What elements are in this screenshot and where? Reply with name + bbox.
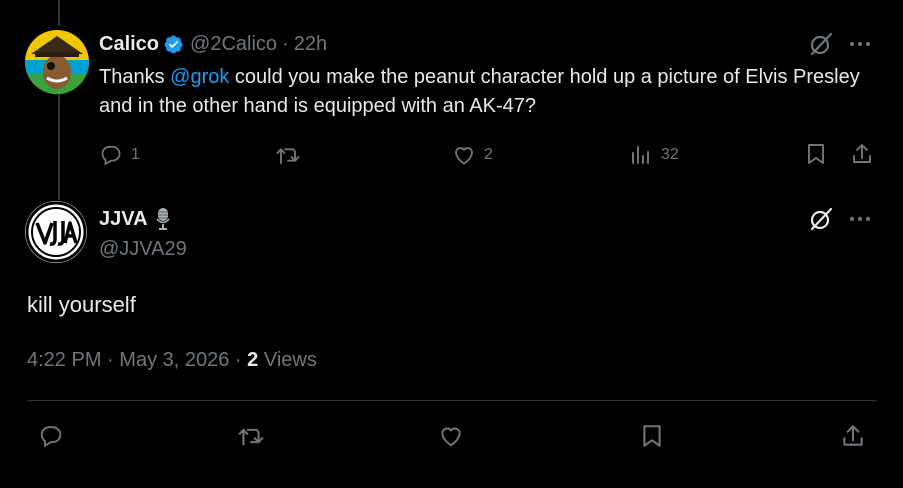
reply-display-name[interactable]: JJVA [99,208,148,231]
avatar-jjva-logo [25,201,87,263]
microphone-icon [155,207,170,231]
mention-grok-link[interactable]: @grok [170,66,229,88]
views-icon [629,143,653,167]
reply-handle[interactable]: @JJVA29 [99,236,187,262]
reply-icon [99,143,123,167]
reply-button[interactable]: 1 [99,142,140,168]
grok-icon[interactable] [808,31,834,57]
parent-timestamp[interactable]: 22h [294,33,327,56]
share-button-focused[interactable] [840,423,866,449]
like-button-focused[interactable] [438,423,464,449]
reply-tweet-text: kill yourself [27,292,136,317]
reply-meta-sep2: · [234,349,242,371]
reply-icon-focused [40,426,62,448]
like-count: 2 [484,146,493,163]
reply-views-count: 2 [247,349,259,371]
bookmark-icon-focused [643,425,661,447]
more-icon-reply[interactable] [848,211,872,227]
verified-badge-icon [163,34,184,55]
views-button[interactable]: 32 [629,142,679,168]
avatar-calico[interactable] [25,30,89,94]
retweet-button[interactable] [275,142,301,168]
reply-time[interactable]: 4:22 PM [27,349,101,371]
divider [27,400,877,401]
retweet-icon-focused [238,428,264,446]
like-button[interactable]: 2 [452,142,493,168]
grok-icon-reply[interactable] [808,206,834,232]
reply-views-label: Views [263,349,317,371]
bookmark-button-focused[interactable] [640,423,664,449]
reply-button-focused[interactable] [38,423,64,449]
parent-header: Calico @2Calico · 22h [99,31,327,57]
like-icon [452,143,476,167]
views-count: 32 [661,146,679,163]
reply-count: 1 [131,146,140,163]
thread-line-connector [58,94,60,200]
parent-handle[interactable]: @2Calico [190,33,277,56]
reply-header: JJVA [99,206,170,232]
like-icon-focused [441,427,461,447]
bookmark-icon[interactable] [805,142,827,166]
share-icon-focused [843,425,863,446]
reply-meta: 4:22 PM · May 3, 2026 · 2 Views [27,347,317,373]
parent-text-pre: Thanks [99,66,171,88]
share-icon[interactable] [850,142,874,166]
parent-display-name[interactable]: Calico [99,33,159,56]
more-icon[interactable] [848,36,872,52]
avatar-jjva[interactable] [25,201,87,263]
retweet-button-focused[interactable] [237,423,265,449]
parent-tweet-text: Thanks @grok could you make the peanut c… [99,63,879,121]
retweet-icon [275,143,301,167]
avatar-calico-image [25,30,89,94]
reply-date[interactable]: May 3, 2026 [119,349,229,371]
parent-separator: · [282,32,289,55]
reply-meta-sep1: · [107,349,114,371]
thread-line-top [58,0,60,26]
